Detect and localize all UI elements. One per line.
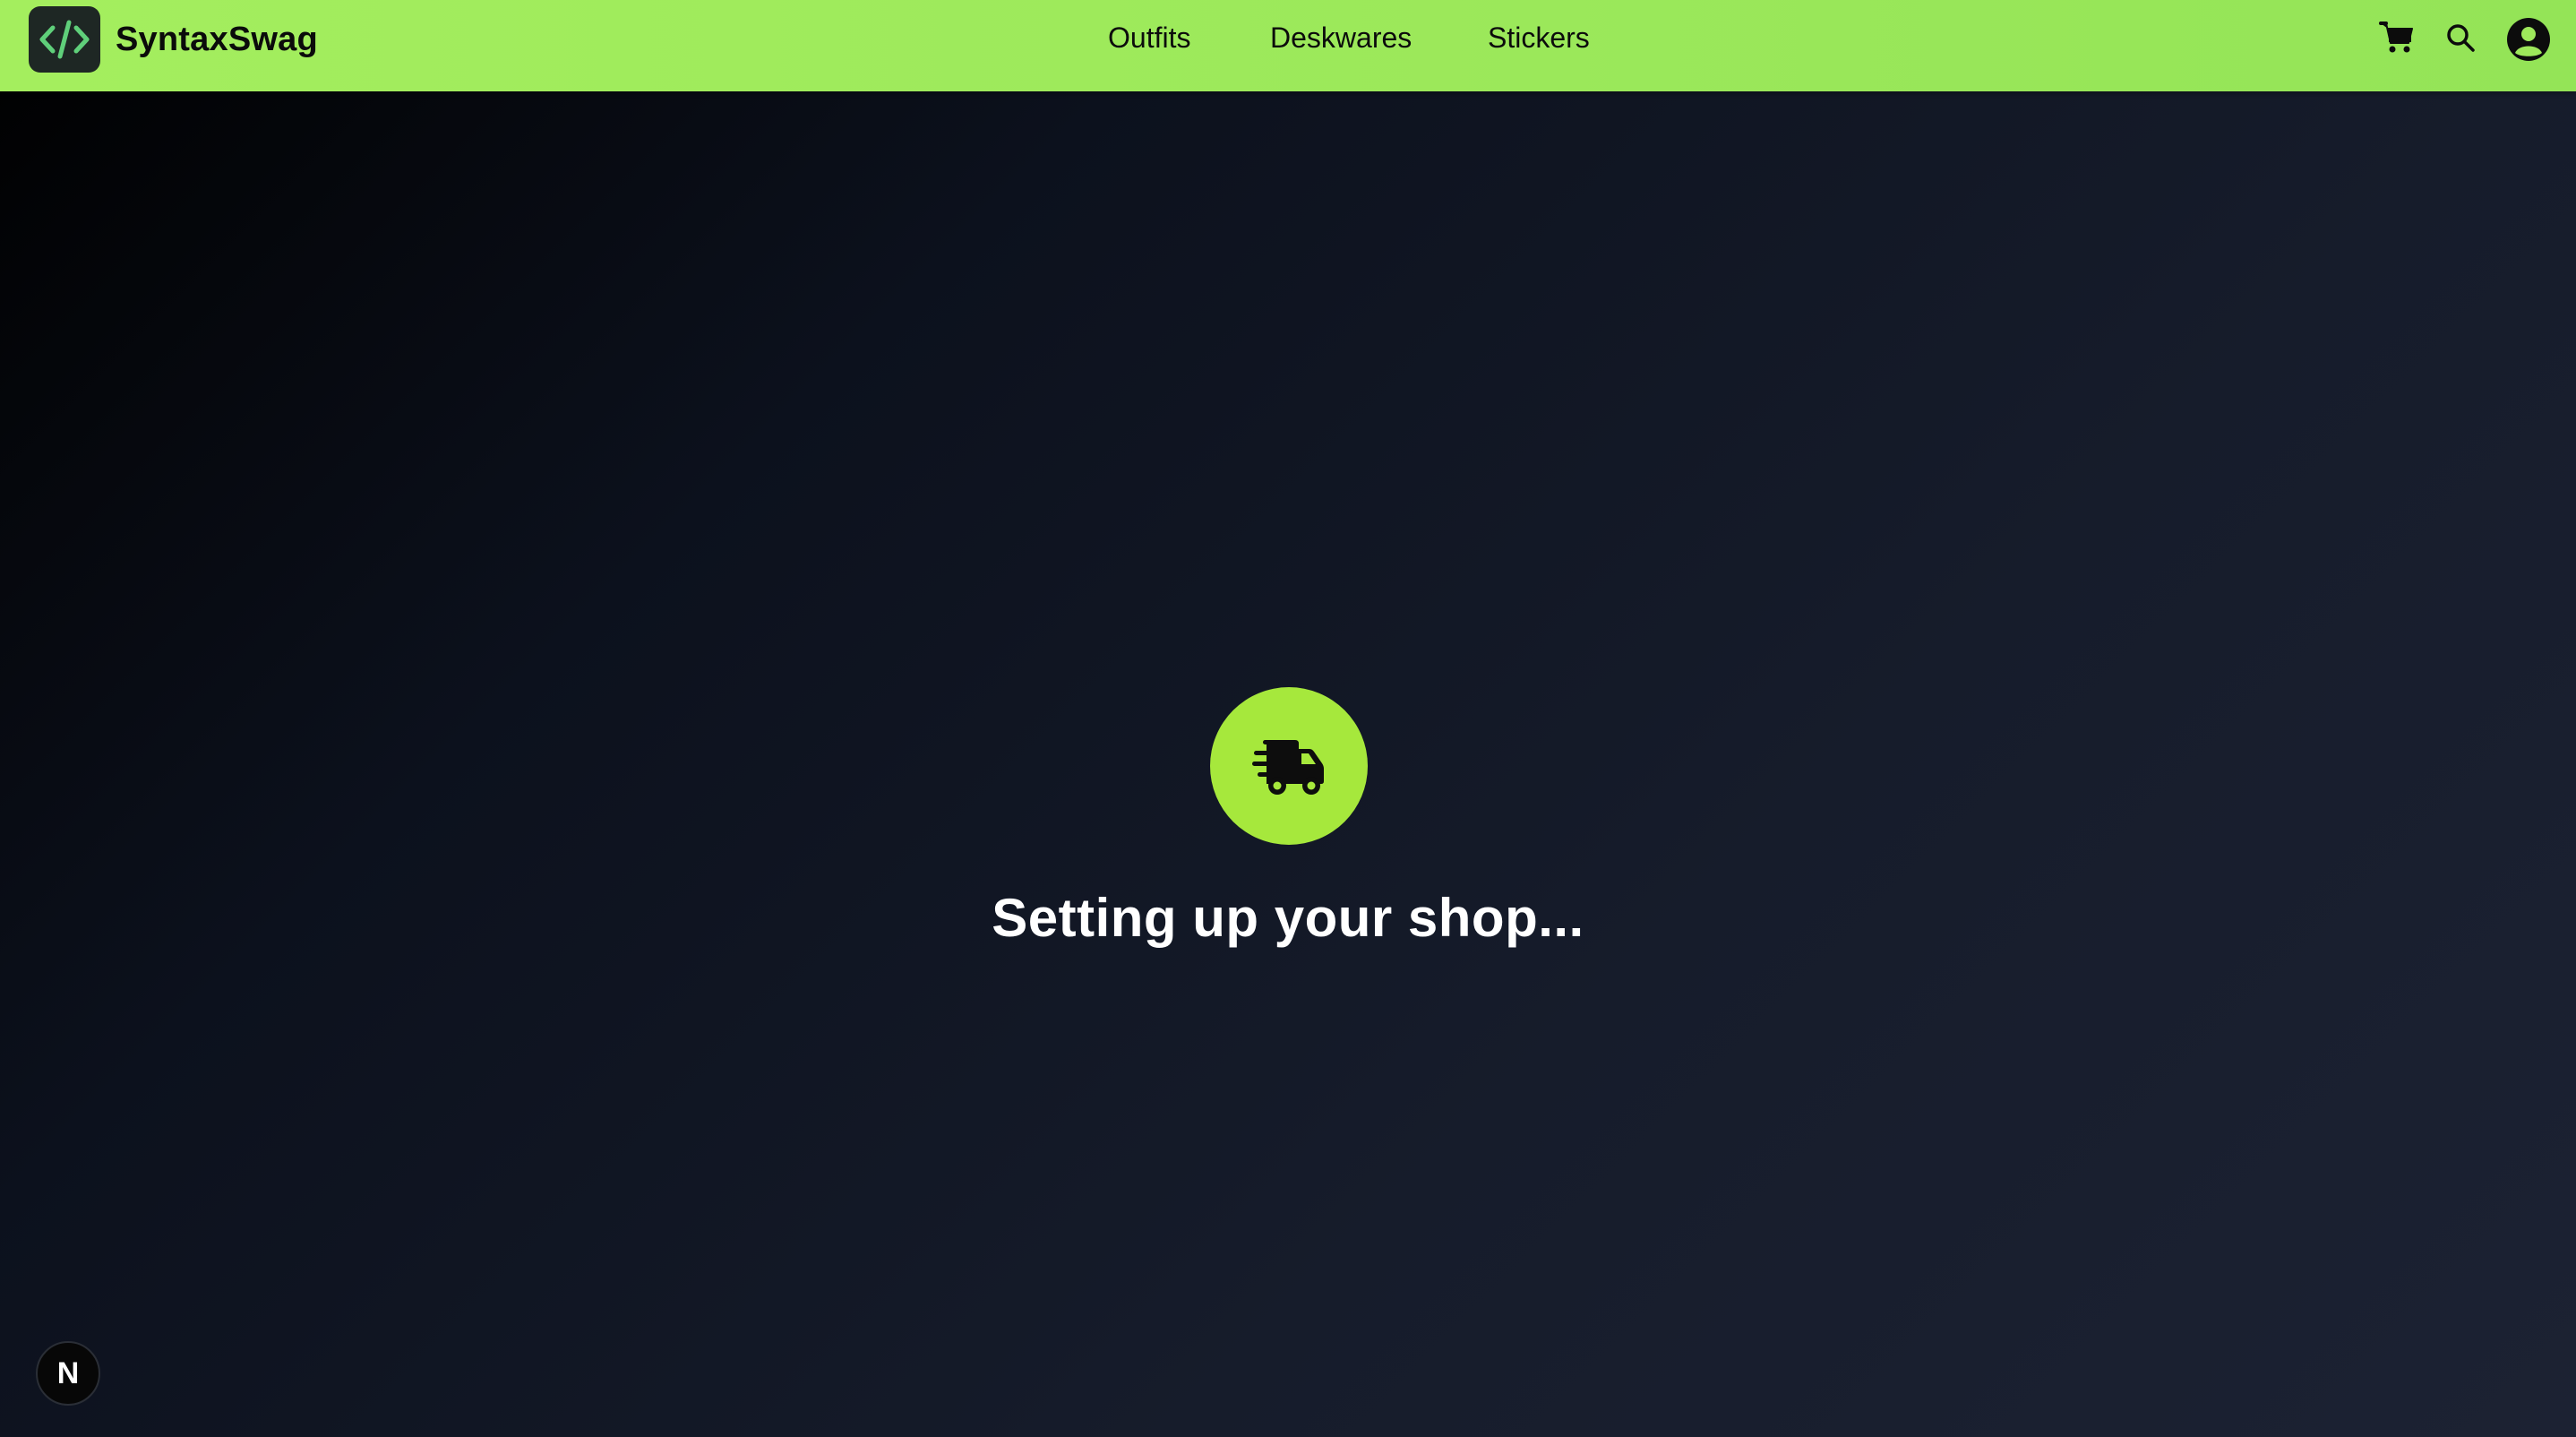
delivery-truck-icon: [1252, 740, 1324, 795]
nav-item-deskwares[interactable]: Deskwares: [1270, 22, 1412, 55]
account-button[interactable]: [2505, 16, 2552, 63]
status-badge: [1210, 687, 1368, 845]
user-account-icon: [2507, 18, 2550, 61]
loading-status-text: Setting up your shop...: [992, 888, 1584, 948]
nav-item-stickers[interactable]: Stickers: [1488, 22, 1590, 55]
nextjs-icon: N: [56, 1355, 80, 1390]
brand-home-link[interactable]: SyntaxSwag: [29, 6, 318, 73]
brand-name: SyntaxSwag: [116, 20, 318, 58]
top-navigation-bar: SyntaxSwag Outfits Deskwares Stickers: [0, 0, 2576, 91]
code-icon: [39, 20, 90, 59]
cart-icon: [2379, 22, 2413, 53]
nextjs-dev-indicator-button[interactable]: N: [36, 1341, 100, 1406]
nav-item-outfits[interactable]: Outfits: [1108, 22, 1190, 55]
search-icon: [2447, 24, 2475, 52]
logo: [29, 6, 100, 73]
cart-button[interactable]: [2377, 18, 2417, 57]
search-button[interactable]: [2443, 20, 2478, 56]
